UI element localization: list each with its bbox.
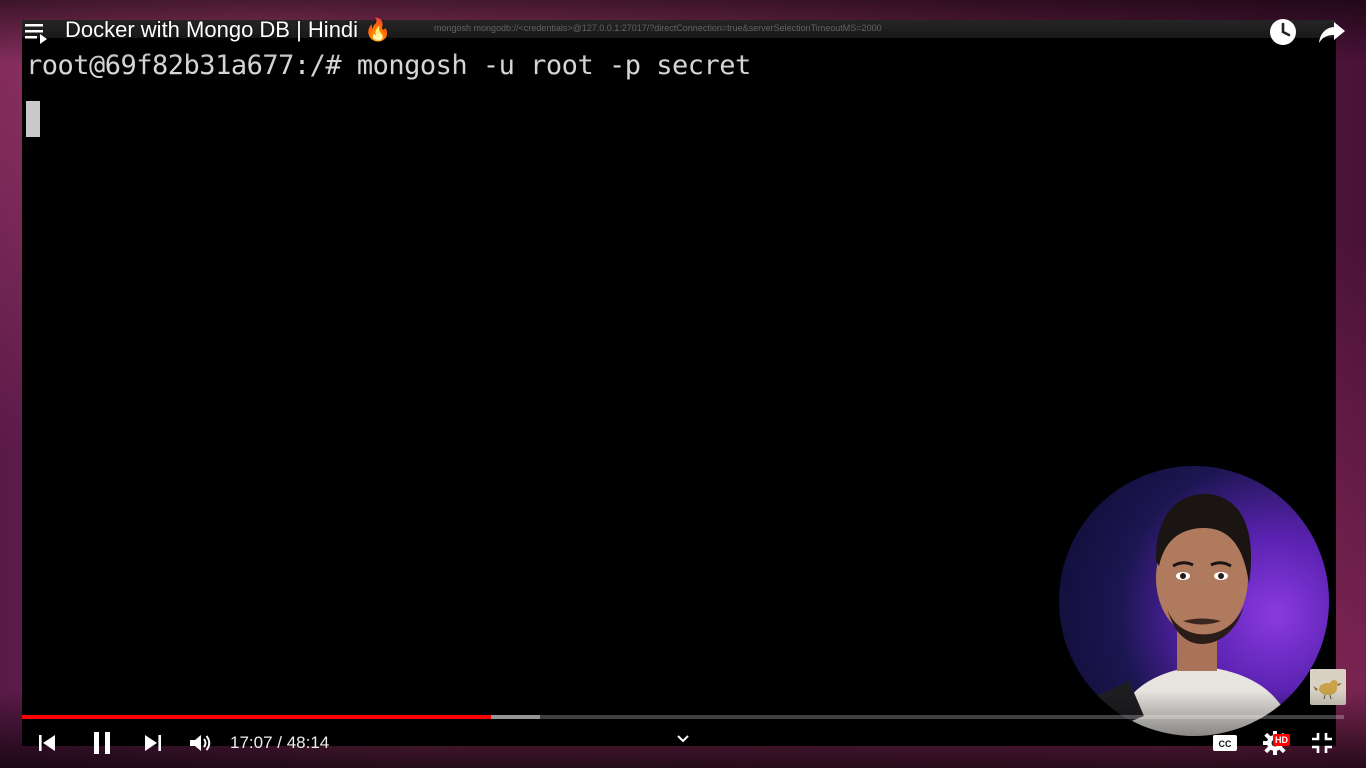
bird-icon — [1313, 680, 1342, 700]
pause-button[interactable] — [88, 728, 116, 758]
video-player[interactable]: mongosh mongodb://<credentials>@127.0.0.… — [0, 0, 1366, 768]
time-display: 17:07 / 48:14 — [230, 733, 330, 752]
share-button[interactable] — [1317, 17, 1347, 47]
playlist-icon — [25, 24, 47, 44]
next-button[interactable] — [140, 730, 166, 756]
previous-button[interactable] — [34, 730, 60, 756]
presenter-silhouette — [1097, 493, 1294, 736]
terminal-cursor — [26, 101, 40, 137]
chapters-button[interactable] — [672, 731, 694, 747]
share-icon — [1319, 22, 1345, 43]
presenter-webcam — [1059, 466, 1329, 736]
captions-button[interactable]: CC — [1210, 732, 1240, 754]
exit-fullscreen-icon — [1312, 733, 1332, 753]
clock-icon — [1270, 19, 1296, 45]
watch-later-button[interactable] — [1268, 17, 1298, 47]
terminal-window-title: mongosh mongodb://<credentials>@127.0.0.… — [434, 23, 882, 33]
volume-icon — [190, 735, 211, 751]
video-title[interactable]: Docker with Mongo DB | Hindi 🔥 — [65, 17, 392, 43]
terminal-command-line: root@69f82b31a677:/# mongosh -u root -p … — [26, 50, 751, 81]
svg-text:CC: CC — [1219, 739, 1232, 749]
bird-thumbnail-button[interactable] — [1310, 669, 1346, 705]
chevron-down-icon — [677, 735, 689, 743]
progress-played — [22, 715, 492, 719]
exit-fullscreen-button[interactable] — [1308, 729, 1336, 757]
skip-previous-icon — [39, 735, 55, 751]
skip-next-icon — [145, 735, 161, 751]
playlist-button[interactable] — [24, 20, 52, 46]
volume-button[interactable] — [186, 730, 214, 756]
progress-bar[interactable] — [22, 715, 1344, 719]
pause-icon — [94, 732, 110, 754]
closed-captions-icon: CC — [1213, 735, 1237, 751]
hd-badge: HD — [1273, 734, 1290, 746]
